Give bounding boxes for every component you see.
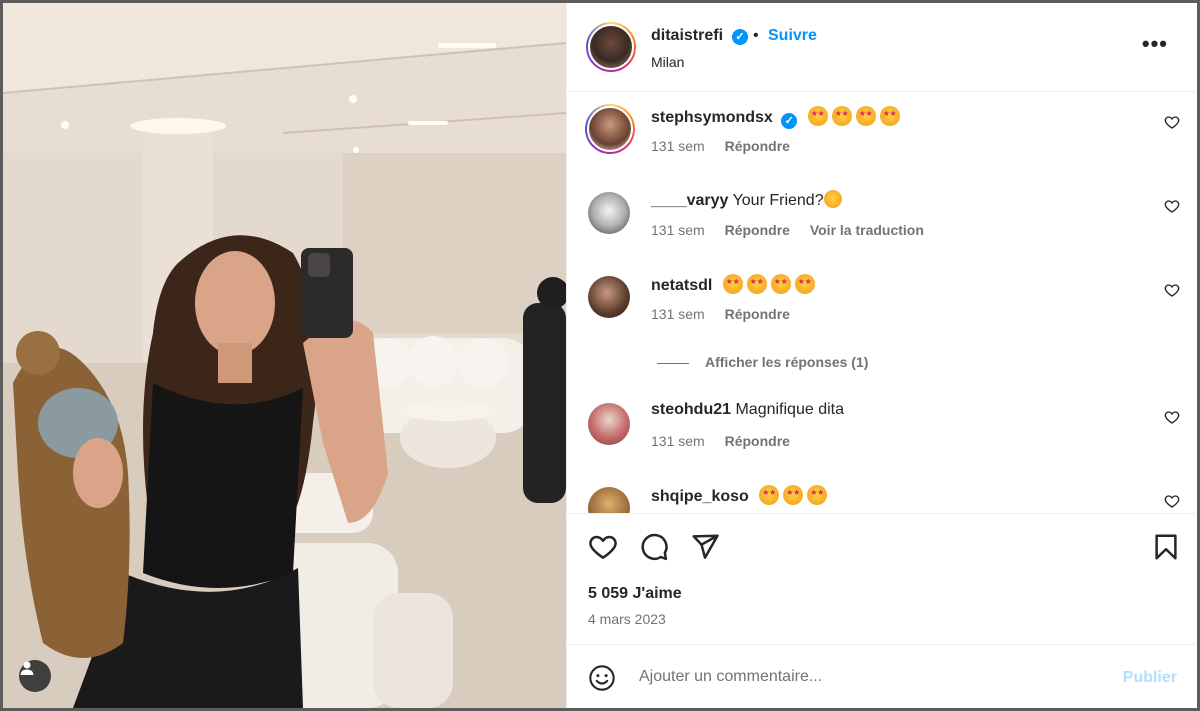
send-icon[interactable] [690, 532, 720, 562]
person-tag-icon [20, 661, 34, 675]
comment-text: steohdu21 Magnifique dita [651, 401, 844, 419]
star-struck-emoji-icon [831, 106, 852, 126]
comment-text: ____varyy Your Friend? [651, 190, 842, 210]
comments-list: stephsymondsx ✓ 131 sem Répondre ____var… [567, 92, 1197, 513]
comment-item: shqipe_koso [567, 485, 1197, 513]
comment-meta: 131 sem Répondre Voir la traduction [651, 222, 940, 238]
verified-badge-icon: ✓ [732, 29, 748, 45]
comment-meta: 131 sem Répondre [651, 138, 806, 154]
view-replies-button[interactable]: Afficher les réponses (1) [657, 354, 868, 370]
comment-item: stephsymondsx ✓ 131 sem Répondre [567, 104, 1197, 186]
post-header: ditaistrefi ✓ • Suivre Milan ••• [567, 3, 1197, 92]
star-struck-emoji-icon [759, 485, 780, 505]
comment-username[interactable]: netatsdl [651, 277, 712, 294]
like-comment-heart-icon[interactable] [1164, 198, 1180, 214]
comment-avatar[interactable] [588, 192, 630, 234]
star-struck-emoji-icon [807, 485, 828, 505]
post-date: 4 mars 2023 [588, 611, 666, 627]
smiley-icon[interactable] [588, 664, 616, 692]
reply-button[interactable]: Répondre [725, 222, 790, 238]
star-struck-emoji-icon [783, 485, 804, 505]
comment-age: 131 sem [651, 433, 705, 449]
photo-illustration [3, 3, 566, 708]
separator-dot: • [753, 27, 759, 44]
comment-username[interactable]: steohdu21 [651, 401, 731, 418]
comment-avatar[interactable] [588, 403, 630, 445]
comment-text: netatsdl [651, 274, 819, 295]
comment-body: Magnifique dita [735, 401, 844, 418]
comment-meta: 131 sem Répondre [651, 433, 806, 449]
likes-count[interactable]: 5 059 J'aime [588, 585, 682, 603]
laughing-emoji-icon [823, 190, 842, 208]
star-struck-emoji-icon [855, 106, 876, 126]
reply-button[interactable]: Répondre [725, 138, 790, 154]
comment-avatar[interactable] [588, 487, 630, 513]
publish-button[interactable]: Publier [1123, 669, 1177, 687]
comment-meta: 131 sem Répondre [651, 306, 806, 322]
comment-username[interactable]: shqipe_koso [651, 488, 749, 505]
post-modal: ditaistrefi ✓ • Suivre Milan ••• stephsy… [0, 0, 1200, 711]
comment-age: 131 sem [651, 222, 705, 238]
see-translation-button[interactable]: Voir la traduction [810, 222, 924, 238]
comment-icon[interactable] [639, 532, 669, 562]
post-panel: ditaistrefi ✓ • Suivre Milan ••• stephsy… [566, 3, 1197, 708]
follow-button[interactable]: Suivre [768, 27, 817, 45]
author-username[interactable]: ditaistrefi [651, 27, 723, 45]
comment-username[interactable]: stephsymondsx [651, 109, 773, 126]
star-struck-emoji-icon [807, 106, 828, 126]
comment-input[interactable] [639, 665, 1099, 689]
tag-people-button[interactable] [19, 660, 51, 692]
comment-text: stephsymondsx ✓ [651, 106, 904, 129]
like-comment-heart-icon[interactable] [1164, 493, 1180, 509]
star-struck-emoji-icon [746, 274, 767, 294]
comment-avatar[interactable] [585, 104, 635, 154]
bookmark-icon[interactable] [1151, 532, 1181, 562]
post-location[interactable]: Milan [651, 54, 684, 70]
star-struck-emoji-icon [794, 274, 815, 294]
post-photo[interactable] [3, 3, 566, 708]
more-options-icon[interactable]: ••• [1142, 33, 1168, 55]
star-struck-emoji-icon [879, 106, 900, 126]
reply-button[interactable]: Répondre [725, 433, 790, 449]
comment-text: shqipe_koso [651, 485, 831, 506]
star-struck-emoji-icon [722, 274, 743, 294]
comment-username[interactable]: ____varyy [651, 192, 728, 209]
comment-item: steohdu21 Magnifique dita 131 sem Répond… [567, 401, 1197, 481]
comment-age: 131 sem [651, 306, 705, 322]
post-actions: 5 059 J'aime 4 mars 2023 [567, 513, 1197, 644]
heart-icon[interactable] [588, 532, 618, 562]
comment-body: Your Friend? [732, 192, 824, 209]
author-avatar[interactable] [586, 22, 636, 72]
comment-avatar[interactable] [588, 276, 630, 318]
comment-item: ____varyy Your Friend? 131 sem Répondre … [567, 190, 1197, 270]
like-comment-heart-icon[interactable] [1164, 282, 1180, 298]
reply-button[interactable]: Répondre [725, 306, 790, 322]
comment-item: netatsdl 131 sem Répondre [567, 274, 1197, 354]
like-comment-heart-icon[interactable] [1164, 114, 1180, 130]
comment-age: 131 sem [651, 138, 705, 154]
star-struck-emoji-icon [770, 274, 791, 294]
verified-badge-icon: ✓ [781, 113, 798, 129]
comment-composer: Publier [567, 644, 1197, 708]
like-comment-heart-icon[interactable] [1164, 409, 1180, 425]
